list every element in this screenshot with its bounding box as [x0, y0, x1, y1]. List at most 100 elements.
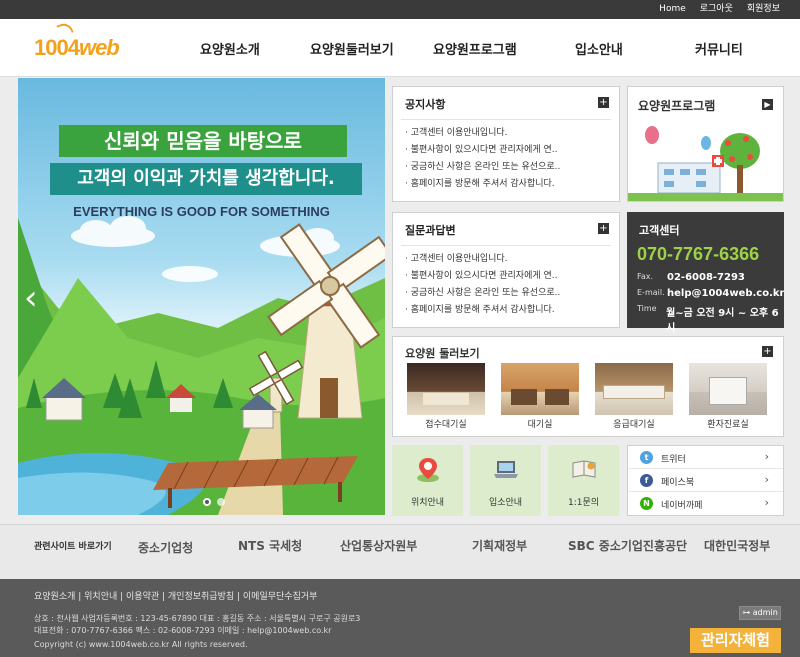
list-item[interactable]: · 홈페이지를 방문해 주셔서 감사합니다.	[405, 176, 560, 193]
list-item[interactable]: · 궁금하신 사항은 온라인 또는 유선으로..	[405, 285, 560, 302]
hero-prev-arrow-icon[interactable]: ‹	[24, 278, 38, 318]
nav-item-program[interactable]: 요양원프로그램	[433, 39, 517, 58]
cs-fax-value: 02-6008-7293	[667, 272, 745, 283]
list-item[interactable]: · 고객센터 이용안내입니다.	[405, 251, 560, 268]
customer-center: 고객센터 070-7767-6366 Fax. 02-6008-7293 E-m…	[627, 212, 784, 334]
chevron-right-icon: ›	[764, 473, 769, 486]
cs-email-label: E-mail.	[637, 288, 665, 297]
footer-links[interactable]: 요양원소개 | 위치안내 | 이용약관 | 개인정보취급방침 | 이메일무단수집…	[34, 589, 317, 602]
quick-inquiry-label: 1:1문의	[567, 498, 600, 508]
quick-inquiry[interactable]: 1:1문의	[548, 445, 619, 516]
notebook-icon	[572, 460, 596, 478]
quick-location[interactable]: 위치안내	[392, 445, 463, 516]
tour-caption-clinic: 환자진료실	[707, 420, 749, 430]
notice-board: 공지사항 + · 고객센터 이용안내입니다. · 불편사항이 있으시다면 관리자…	[392, 86, 620, 202]
social-naver-cafe[interactable]: N 네이버까페 ›	[628, 492, 783, 515]
qna-list: · 고객센터 이용안내입니다. · 불편사항이 있으시다면 관리자에게 연.. …	[405, 251, 560, 319]
program-arrow-icon[interactable]: ▶	[762, 99, 773, 110]
qna-more-plus-icon[interactable]: +	[598, 223, 609, 234]
notice-title: 공지사항	[405, 98, 446, 111]
top-utility-bar: Home 로그아웃 회원정보	[0, 0, 800, 19]
social-twitter[interactable]: t 트위터 ›	[628, 446, 783, 469]
tour-caption-waiting: 대기실	[527, 420, 553, 430]
cs-time-row: Time 월~금 오전 9시 ~ 오후 6시	[637, 304, 784, 334]
main-nav: 요양원소개 요양원둘러보기 요양원프로그램 입소안내 커뮤니티	[185, 39, 795, 59]
list-item[interactable]: · 궁금하신 사항은 온라인 또는 유선으로..	[405, 159, 560, 176]
program-box[interactable]: 요양원프로그램 ▶	[627, 86, 784, 202]
facebook-icon: f	[640, 474, 653, 487]
tour-more-plus-icon[interactable]: +	[762, 346, 773, 357]
list-item[interactable]: · 홈페이지를 방문해 주셔서 감사합니다.	[405, 302, 560, 319]
cs-email-value[interactable]: help@1004web.co.kr	[667, 288, 784, 299]
qna-divider	[401, 245, 611, 246]
hero-dot-1[interactable]	[203, 498, 211, 506]
list-item[interactable]: · 불편사항이 있으시다면 관리자에게 연..	[405, 142, 560, 159]
twitter-icon: t	[640, 451, 653, 464]
quick-admission[interactable]: 입소안내	[470, 445, 541, 516]
list-item[interactable]: · 고객센터 이용안내입니다.	[405, 125, 560, 142]
nav-item-about[interactable]: 요양원소개	[200, 39, 260, 58]
hero-subheadline: 고객의 이익과 가치를 생각합니다.	[50, 163, 362, 195]
qna-title: 질문과답변	[405, 224, 456, 237]
chevron-right-icon: ›	[764, 450, 769, 463]
related-sites-label: 관련사이트 바로가기	[34, 542, 112, 552]
cs-email-row: E-mail. help@1004web.co.kr	[637, 288, 784, 299]
program-illustration	[628, 126, 783, 201]
social-naver-label: 네이버까페	[661, 501, 703, 511]
tour-caption-emergency: 응급대기실	[613, 420, 655, 430]
quick-location-label: 위치안내	[410, 498, 445, 508]
partner-nts-logo[interactable]: NTS 국세청	[238, 537, 302, 554]
social-links: t 트위터 › f 페이스북 › N 네이버까페 ›	[627, 445, 784, 516]
map-pin-icon	[417, 458, 439, 482]
footer-contact-info: 대표전화 : 070-7767-6366 팩스 : 02-6008-7293 이…	[34, 626, 332, 635]
hero-banner[interactable]: 신뢰와 믿음을 바탕으로 고객의 이익과 가치를 생각합니다. EVERYTHI…	[18, 78, 385, 515]
tour-thumb-clinic[interactable]	[689, 363, 767, 415]
cs-fax-label: Fax.	[637, 272, 654, 281]
partner-sbc-logo[interactable]: SBC 중소기업진흥공단	[568, 537, 687, 554]
chevron-right-icon: ›	[764, 496, 769, 509]
partner-motie-logo[interactable]: 산업통상자원부	[340, 537, 417, 554]
logout-link[interactable]: 로그아웃	[700, 3, 733, 15]
site-logo[interactable]: 1004web	[34, 35, 120, 61]
nav-item-community[interactable]: 커뮤니티	[695, 39, 743, 58]
hero-dot-2[interactable]	[217, 498, 225, 506]
footer-company-info: 상호 : 천사웹 사업자등록번호 : 123-45-67890 대표 : 홍길동…	[34, 614, 361, 623]
tour-caption-reception: 접수대기실	[425, 420, 467, 430]
cs-time-value: 월~금 오전 9시 ~ 오후 6시	[666, 308, 779, 334]
quick-admission-label: 입소안내	[488, 498, 523, 508]
admin-experience-button[interactable]: 관리자체험	[690, 628, 781, 653]
notice-list: · 고객센터 이용안내입니다. · 불편사항이 있으시다면 관리자에게 연.. …	[405, 125, 560, 193]
tour-thumb-waiting[interactable]	[501, 363, 579, 415]
naver-icon: N	[640, 497, 653, 510]
qna-board: 질문과답변 + · 고객센터 이용안내입니다. · 불편사항이 있으시다면 관리…	[392, 212, 620, 328]
tour-title: 요양원 둘러보기	[405, 347, 480, 360]
laptop-icon	[494, 461, 518, 478]
program-title: 요양원프로그램	[638, 99, 716, 113]
partner-korea-gov-logo[interactable]: 대한민국정부	[704, 537, 770, 554]
notice-divider	[401, 119, 611, 120]
cs-phone[interactable]: 070-7767-6366	[637, 244, 759, 265]
cs-fax-row: Fax. 02-6008-7293	[637, 272, 745, 283]
home-link[interactable]: Home	[659, 3, 686, 15]
hero-headline: 신뢰와 믿음을 바탕으로	[59, 125, 347, 157]
admin-login-button[interactable]: ⊶ admin	[739, 606, 781, 620]
cs-time-label: Time	[637, 304, 657, 313]
partner-smba-logo[interactable]: 중소기업청	[138, 539, 193, 556]
hero-pagination	[203, 498, 225, 506]
partner-mosf-logo[interactable]: 기획재정부	[472, 537, 527, 554]
hero-slogan: EVERYTHING IS GOOD FOR SOMETHING	[73, 204, 330, 219]
nav-item-tour[interactable]: 요양원둘러보기	[310, 39, 394, 58]
member-info-link[interactable]: 회원정보	[747, 3, 780, 15]
social-facebook[interactable]: f 페이스북 ›	[628, 469, 783, 492]
tour-thumb-reception[interactable]	[407, 363, 485, 415]
cs-title: 고객센터	[639, 224, 680, 237]
notice-more-plus-icon[interactable]: +	[598, 97, 609, 108]
nav-item-admission[interactable]: 입소안내	[575, 39, 623, 58]
list-item[interactable]: · 불편사항이 있으시다면 관리자에게 연..	[405, 268, 560, 285]
social-facebook-label: 페이스북	[661, 478, 695, 488]
site-header: 1004web 요양원소개 요양원둘러보기 요양원프로그램 입소안내 커뮤니티	[0, 19, 800, 77]
utility-links: Home 로그아웃 회원정보	[659, 3, 780, 15]
footer-copyright: Copyright (c) www.1004web.co.kr All righ…	[34, 640, 248, 649]
social-twitter-label: 트위터	[661, 455, 686, 465]
tour-thumb-emergency[interactable]	[595, 363, 673, 415]
